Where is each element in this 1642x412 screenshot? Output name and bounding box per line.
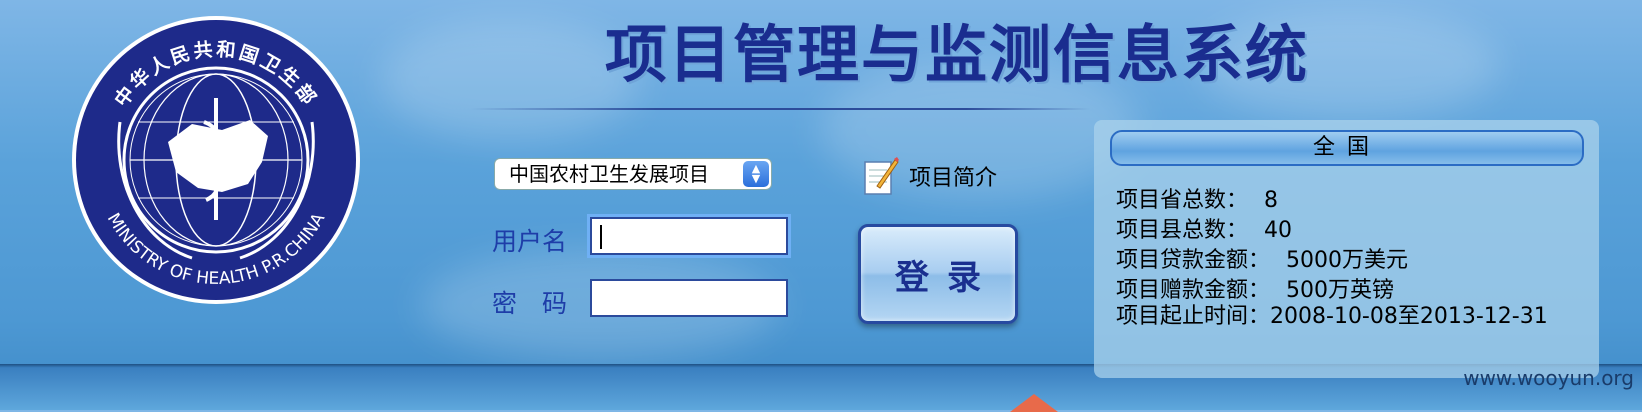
project-select-value: 中国农村卫生发展项目: [509, 162, 709, 186]
info-row-label: 项目起止时间：: [1116, 304, 1271, 329]
info-row-value: 5000万美元: [1286, 248, 1409, 273]
project-select[interactable]: 中国农村卫生发展项目 ▲ ▼: [494, 158, 772, 190]
info-row: 项目省总数： 8: [1116, 182, 1278, 214]
info-row-value: 500万英镑: [1286, 278, 1395, 303]
page-title: 项目管理与监测信息系统: [605, 18, 1310, 91]
ministry-logo: 中华人民共和国卫生部 MINISTRY OF HEALTH P.R.CHINA: [72, 16, 360, 304]
info-row-value: 8: [1264, 188, 1279, 213]
info-row: 项目县总数： 40: [1116, 212, 1292, 244]
password-input[interactable]: [590, 279, 788, 317]
login-button[interactable]: 登录: [858, 224, 1018, 324]
password-label: 密 码: [492, 289, 568, 318]
text-caret: [600, 225, 602, 249]
title-divider: [470, 108, 1090, 110]
national-info-panel: 全国 项目省总数： 8 项目县总数： 40 项目贷款金额： 5000万美元 项目赠款金…: [1094, 120, 1599, 378]
username-input[interactable]: [590, 217, 788, 255]
info-row-label: 项目县总数：: [1116, 218, 1249, 243]
username-label: 用户名: [492, 227, 568, 256]
info-row: 项目起止时间：2008-10-08至2013-12-31: [1116, 302, 1586, 332]
info-row: 项目赠款金额： 500万英镑: [1116, 272, 1394, 304]
info-panel-header: 全国: [1110, 130, 1584, 166]
info-row-label: 项目赠款金额：: [1116, 278, 1271, 303]
background-cloud: [380, 20, 640, 140]
watermark: www.wooyun.org: [1463, 366, 1634, 390]
info-row-label: 项目省总数：: [1116, 188, 1249, 213]
info-row-label: 项目贷款金额：: [1116, 248, 1271, 273]
info-row-value: 2008-10-08至2013-12-31: [1270, 304, 1548, 329]
notepad-pencil-icon: [864, 157, 899, 195]
info-row-value: 40: [1264, 218, 1293, 243]
info-row: 项目贷款金额： 5000万美元: [1116, 242, 1408, 274]
project-intro-link[interactable]: 项目简介: [863, 156, 997, 196]
orange-arrow-shape: [1010, 394, 1058, 412]
project-intro-label: 项目简介: [909, 166, 998, 191]
select-arrows-icon: ▲ ▼: [743, 161, 769, 187]
